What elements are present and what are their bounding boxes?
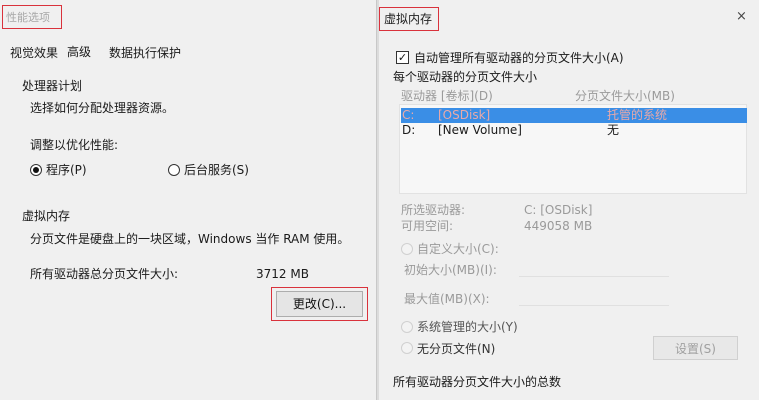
per-drive-heading: 每个驱动器的分页文件大小 (393, 70, 538, 84)
radio-system-managed[interactable] (401, 321, 413, 333)
vm-desc: 分页文件是硬盘上的一块区域，Windows 当作 RAM 使用。 (30, 232, 350, 246)
processor-desc: 选择如何分配处理器资源。 (30, 101, 175, 115)
custom-size-label[interactable]: 自定义大小(C): (417, 241, 499, 257)
drive-letter: D: (402, 123, 416, 137)
no-paging-label[interactable]: 无分页文件(N) (417, 341, 495, 357)
close-icon[interactable]: × (736, 10, 747, 24)
auto-manage-checkbox[interactable]: ✓ (396, 51, 409, 64)
adjust-label: 调整以优化性能: (30, 138, 119, 152)
performance-options-panel: 性能选项 视觉效果 高级 数据执行保护 处理器计划 选择如何分配处理器资源。 调… (0, 0, 376, 400)
free-space-value: 449058 MB (524, 219, 593, 233)
vm-total-value: 3712 MB (256, 267, 309, 281)
initial-size-label: 初始大小(MB)(I): (404, 263, 497, 277)
drive-label: [OSDisk] (438, 108, 491, 122)
selected-drive-value: C: [OSDisk] (524, 203, 593, 217)
vm-total-label: 所有驱动器总分页文件大小: (30, 267, 179, 281)
radio-custom-size[interactable] (401, 243, 413, 255)
auto-manage-label[interactable]: 自动管理所有驱动器的分页文件大小(A) (414, 50, 624, 66)
drive-letter: C: (402, 108, 415, 122)
highlight-dialog-title-box (379, 7, 439, 31)
tab-advanced[interactable]: 高级 (67, 44, 91, 60)
virtual-memory-dialog: 虚拟内存 × ✓ 自动管理所有驱动器的分页文件大小(A) 每个驱动器的分页文件大… (379, 0, 759, 400)
drive-label: [New Volume] (438, 123, 522, 137)
drive-size: 无 (607, 123, 620, 137)
max-size-input[interactable] (519, 305, 669, 306)
processor-heading: 处理器计划 (22, 79, 83, 93)
set-button[interactable]: 设置(S) (653, 336, 738, 360)
drive-size: 托管的系统 (607, 108, 668, 122)
drive-list[interactable]: C: [OSDisk] 托管的系统 D: [New Volume] 无 (399, 104, 747, 194)
radio-no-paging[interactable] (401, 342, 413, 354)
list-header-size: 分页文件大小(MB) (575, 89, 675, 103)
drive-row-c[interactable]: C: [OSDisk] 托管的系统 (401, 108, 747, 123)
drive-row-d[interactable]: D: [New Volume] 无 (401, 123, 747, 138)
max-size-label: 最大值(MB)(X): (404, 292, 490, 306)
initial-size-input[interactable] (519, 276, 669, 277)
radio-programs-label[interactable]: 程序(P) (46, 162, 87, 178)
radio-services-label[interactable]: 后台服务(S) (184, 162, 249, 178)
radio-background-services[interactable] (168, 164, 180, 176)
system-managed-label[interactable]: 系统管理的大小(Y) (417, 319, 518, 335)
tab-dep[interactable]: 数据执行保护 (109, 45, 181, 61)
highlight-title-box (2, 5, 62, 29)
free-space-label: 可用空间: (401, 219, 454, 233)
total-size-heading: 所有驱动器分页文件大小的总数 (393, 375, 562, 389)
vm-heading: 虚拟内存 (22, 209, 71, 223)
list-header-drive: 驱动器 [卷标](D) (401, 89, 493, 103)
radio-programs[interactable] (30, 164, 42, 176)
highlight-change-box (271, 287, 368, 321)
selected-drive-label: 所选驱动器: (401, 203, 466, 217)
tab-visual-effects[interactable]: 视觉效果 (10, 45, 58, 61)
